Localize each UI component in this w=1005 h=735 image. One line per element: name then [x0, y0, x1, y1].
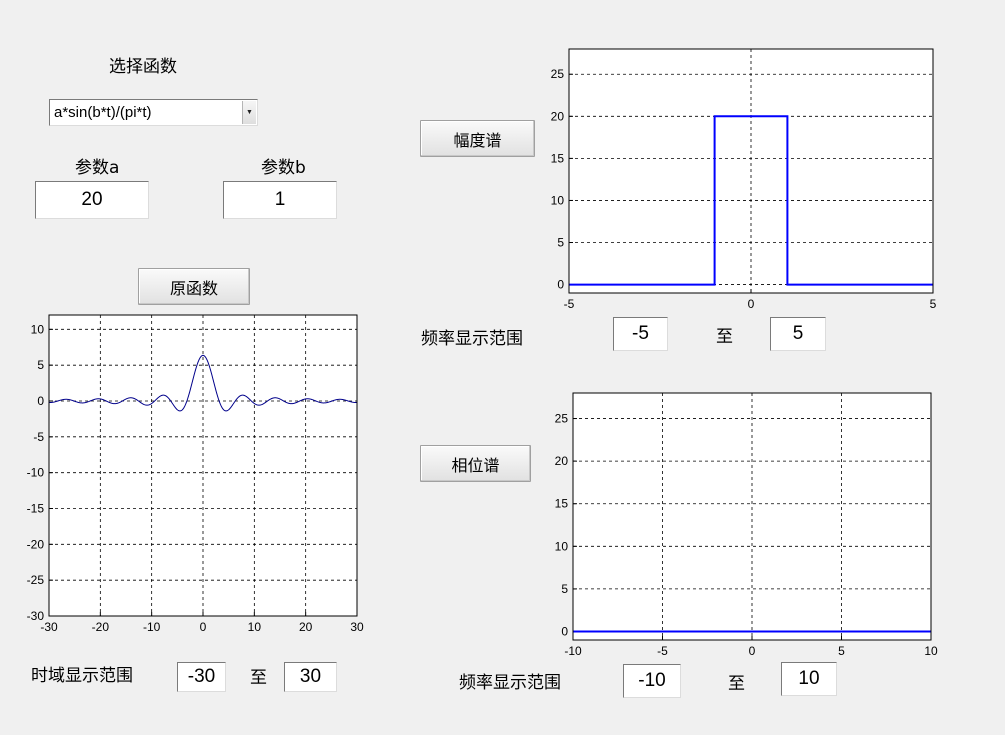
x-tick-label: 5	[930, 297, 937, 311]
amplitude-spectrum-plot: -5 0 52520151050	[551, 48, 937, 311]
x-tick-label: 5	[838, 644, 845, 658]
x-tick-label: 10	[924, 644, 938, 658]
x-tick-label: 0	[200, 620, 207, 634]
y-tick-label: 5	[557, 236, 564, 250]
phase-spectrum-button[interactable]: 相位谱	[420, 445, 531, 482]
time-domain-plot: -30 -20 -10 0 10 20 301050-5-10-15-20-25-30	[27, 314, 364, 634]
x-tick-label: -10	[143, 620, 161, 634]
phase-spectrum-plot: -10 -5 0 5 10 25 20 15 10 5 0	[555, 392, 938, 658]
y-tick-label: 15	[555, 497, 569, 511]
x-tick-label: -20	[92, 620, 110, 634]
original-function-button[interactable]: 原函数	[138, 268, 250, 305]
y-tick-label: 10	[551, 193, 565, 207]
x-tick-label: 0	[748, 297, 755, 311]
x-tick-label: 30	[350, 620, 364, 634]
x-tick-label: -5	[564, 297, 575, 311]
amplitude-spectrum-button[interactable]: 幅度谱	[420, 120, 535, 157]
y-tick-label: -15	[27, 502, 45, 516]
function-dropdown[interactable]: a*sin(b*t)/(pi*t) ▼	[49, 99, 258, 126]
function-dropdown-value: a*sin(b*t)/(pi*t)	[54, 104, 152, 121]
y-tick-label: 5	[561, 582, 568, 596]
param-a-label: 参数a	[75, 158, 120, 178]
y-tick-label: -30	[27, 609, 45, 623]
y-tick-label: 15	[551, 151, 565, 165]
y-tick-label: 5	[37, 358, 44, 372]
y-tick-label: 0	[37, 394, 44, 408]
param-b-input[interactable]	[223, 181, 337, 219]
y-tick-label: 20	[551, 109, 565, 123]
select-function-label: 选择函数	[109, 57, 177, 77]
time-to-label: 至	[250, 668, 267, 688]
y-tick-label: 25	[551, 67, 565, 81]
phase-freq-from-input[interactable]	[623, 664, 681, 698]
y-tick-label: 10	[555, 539, 569, 553]
amp-freq-range-label: 频率显示范围	[421, 329, 523, 349]
y-tick-label: -20	[27, 537, 45, 551]
y-tick-label: 0	[561, 624, 568, 638]
y-tick-label: -5	[33, 430, 44, 444]
param-b-label: 参数b	[261, 158, 306, 178]
amp-freq-to-input[interactable]	[770, 317, 826, 351]
phase-freq-to-input[interactable]	[781, 662, 837, 696]
x-tick-label: 10	[248, 620, 262, 634]
time-to-input[interactable]	[284, 662, 337, 692]
chevron-down-icon[interactable]: ▼	[242, 101, 256, 124]
y-tick-label: 25	[555, 412, 569, 426]
time-from-input[interactable]	[177, 662, 226, 692]
y-tick-label: 10	[31, 322, 45, 336]
y-tick-label: 20	[555, 454, 569, 468]
x-tick-label: -10	[564, 644, 582, 658]
y-tick-label: -10	[27, 466, 45, 480]
time-range-label: 时域显示范围	[31, 666, 133, 686]
y-tick-label: 0	[557, 278, 564, 292]
y-tick-label: -25	[27, 573, 45, 587]
phase-freq-to-label: 至	[728, 674, 745, 694]
amp-freq-from-input[interactable]	[613, 317, 668, 351]
x-tick-label: 0	[749, 644, 756, 658]
x-tick-label: 20	[299, 620, 313, 634]
x-tick-label: -5	[657, 644, 668, 658]
amp-freq-to-label: 至	[716, 327, 733, 347]
phase-freq-range-label: 频率显示范围	[459, 673, 561, 693]
param-a-input[interactable]	[35, 181, 149, 219]
